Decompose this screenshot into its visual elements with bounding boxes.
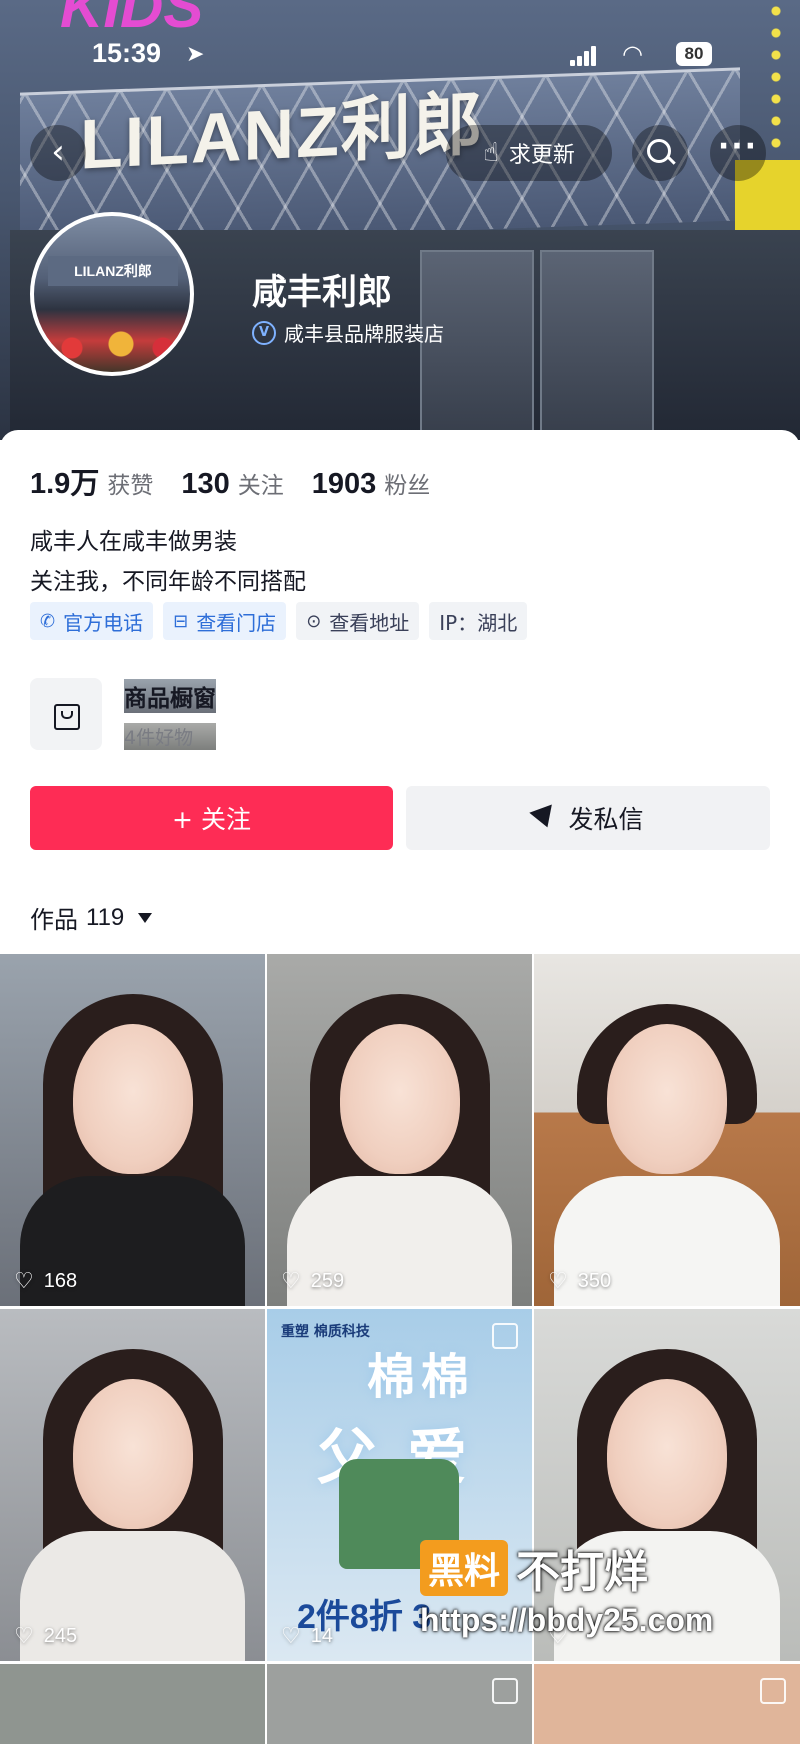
works-count: 119 <box>86 903 125 931</box>
verified-label: 咸丰县品牌服装店 <box>284 322 444 346</box>
likes-count: 350 <box>577 1269 612 1292</box>
stat-number: 1903 <box>311 468 377 500</box>
request-update-button[interactable]: ☝ 求更新 <box>446 125 612 181</box>
store-icon: ⊟ <box>173 610 189 632</box>
poster-title: 棉棉 <box>367 1349 476 1405</box>
likes-count: 259 <box>310 1269 345 1292</box>
stat-likes[interactable]: 1.9万 获赞 <box>30 460 153 502</box>
tag-label: 查看地址 <box>329 610 410 635</box>
profile-card: 1.9万 获赞 130 关注 1903 粉丝 咸丰人在咸丰做男装 关注我，不同年… <box>0 430 800 1744</box>
official-phone-tag[interactable]: ✆ 官方电话 <box>30 602 154 640</box>
video-tile[interactable]: ♡ 259 <box>267 954 532 1306</box>
back-button[interactable]: ‹ <box>30 125 86 181</box>
video-tile[interactable]: ♡ 168 <box>0 954 265 1306</box>
view-address-tag[interactable]: ⊙ 查看地址 <box>296 602 420 640</box>
poster-brand: 重塑 棉质科技 <box>281 1324 370 1340</box>
location-arrow-icon: ➤ <box>186 42 205 67</box>
video-tile[interactable] <box>267 1664 532 1744</box>
video-tile[interactable] <box>0 1664 265 1744</box>
multi-image-icon <box>760 1678 786 1704</box>
heart-icon: ♡ <box>281 1623 301 1648</box>
tag-label: 官方电话 <box>63 610 144 635</box>
search-button[interactable] <box>632 125 688 181</box>
video-likes: ♡ 259 <box>281 1268 344 1294</box>
send-icon <box>529 804 560 832</box>
product-showcase[interactable]: 商品橱窗 4件好物 <box>30 678 216 750</box>
ip-location-tag: IP：湖北 <box>429 602 528 640</box>
works-tab[interactable]: 作品 119 <box>30 900 153 935</box>
view-store-tag[interactable]: ⊟ 查看门店 <box>163 602 287 640</box>
storefront-glass <box>540 250 654 440</box>
stat-label: 粉丝 <box>384 473 431 499</box>
watermark-text: 不打烊 <box>516 1547 649 1598</box>
likes-count: 168 <box>43 1269 78 1292</box>
status-bar: 15:39 ➤ ◠ 80 <box>0 38 800 78</box>
profile-tags: ✆ 官方电话 ⊟ 查看门店 ⊙ 查看地址 IP：湖北 <box>30 602 528 640</box>
video-likes: ♡ 350 <box>548 1268 611 1294</box>
bio-line: 咸丰人在咸丰做男装 <box>30 529 237 555</box>
stat-number: 130 <box>181 468 230 500</box>
stat-followers[interactable]: 1903 粉丝 <box>312 466 431 501</box>
watermark: 黑料 不打烊 <box>420 1536 648 1600</box>
kids-sign-text: KIDS <box>60 0 204 40</box>
location-icon: ⊙ <box>306 610 322 632</box>
showcase-subtitle: 4件好物 <box>124 722 216 750</box>
showcase-title: 商品橱窗 <box>124 678 216 713</box>
cellular-signal-icon <box>570 46 598 66</box>
likes-count: 14 <box>310 1624 333 1647</box>
request-update-label: 求更新 <box>508 143 575 168</box>
more-dots-icon: ··· <box>717 129 759 164</box>
tag-label: IP：湖北 <box>439 610 518 635</box>
heart-icon: ♡ <box>281 1268 301 1293</box>
hand-point-icon: ☝ <box>483 138 499 168</box>
follow-button[interactable]: + 关注 <box>30 786 393 850</box>
heart-icon: ♡ <box>14 1268 34 1293</box>
video-tile[interactable]: ♡ 350 <box>534 954 800 1306</box>
heart-icon: ♡ <box>548 1268 568 1293</box>
video-likes: ♡ 168 <box>14 1268 77 1294</box>
profile-name: 咸丰利郎 <box>252 273 393 313</box>
video-tile[interactable] <box>534 1664 800 1744</box>
tag-label: 查看门店 <box>196 610 277 635</box>
avatar[interactable]: LILANZ利郎 <box>30 212 194 376</box>
more-button[interactable]: ··· <box>710 125 766 181</box>
verified-icon: V <box>252 320 276 345</box>
watermark-url: https://bbdy25.com <box>420 1602 714 1638</box>
heart-icon: ♡ <box>14 1623 34 1648</box>
wifi-icon: ◠ <box>622 40 643 68</box>
video-likes: ♡ 14 <box>281 1623 333 1649</box>
likes-count: 245 <box>43 1624 78 1647</box>
video-tile[interactable]: ♡ 245 <box>0 1309 265 1661</box>
stat-label: 关注 <box>237 473 284 499</box>
multi-image-icon <box>492 1678 518 1704</box>
marquee-lights <box>770 0 782 170</box>
battery-indicator: 80 <box>676 42 712 66</box>
stat-following[interactable]: 130 关注 <box>181 466 283 501</box>
store-brand-text: LILANZ利郎 <box>80 84 485 184</box>
phone-icon: ✆ <box>40 610 56 632</box>
profile-bio: 咸丰人在咸丰做男装 关注我，不同年龄不同搭配 <box>30 522 306 602</box>
stat-number: 1.9万 <box>30 468 100 500</box>
message-button[interactable]: 发私信 <box>406 786 770 850</box>
multi-image-icon <box>492 1323 518 1349</box>
video-likes: ♡ 245 <box>14 1623 77 1649</box>
watermark-box: 黑料 <box>420 1540 509 1596</box>
verified-badge: V 咸丰县品牌服装店 <box>252 318 444 347</box>
shopping-bag-icon <box>30 678 102 750</box>
message-label: 发私信 <box>568 805 644 834</box>
chevron-left-icon: ‹ <box>51 132 65 172</box>
profile-stats: 1.9万 获赞 130 关注 1903 粉丝 <box>30 460 430 502</box>
stat-label: 获赞 <box>107 473 154 499</box>
status-time: 15:39 <box>92 38 162 68</box>
bio-line: 关注我，不同年龄不同搭配 <box>30 569 306 595</box>
works-label: 作品 <box>30 906 78 934</box>
caret-down-icon <box>138 912 153 923</box>
avatar-shop-sign: LILANZ利郎 <box>48 256 178 286</box>
avatar-flowers <box>44 328 184 368</box>
